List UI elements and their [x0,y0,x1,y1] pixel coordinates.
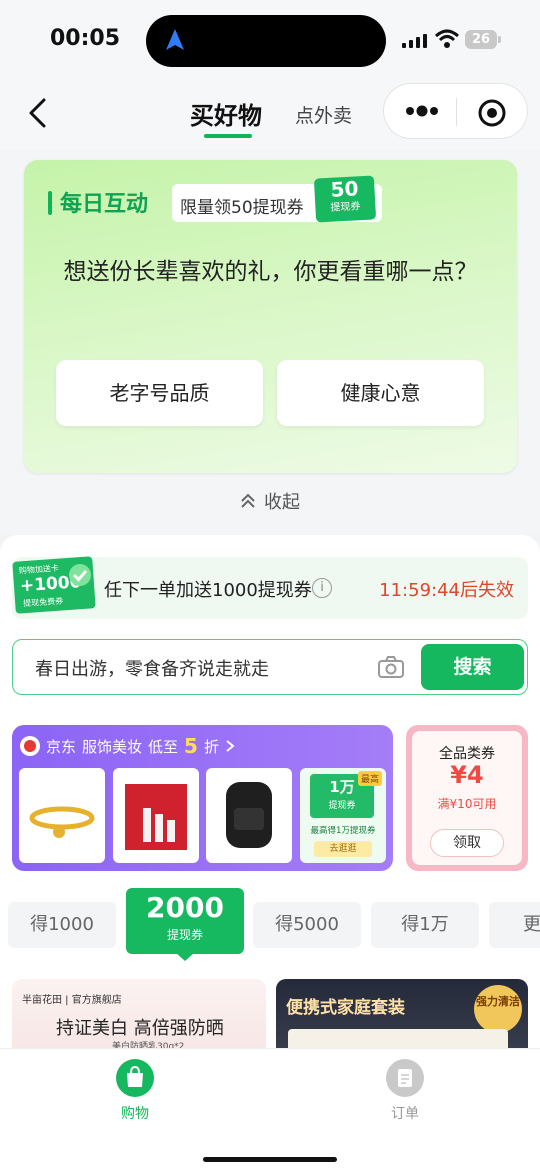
product-banner-cleaning-set[interactable]: 便携式家庭套装 强力清洁 [276,979,528,1050]
jd-discount-value: 5 [184,734,198,758]
jd-promo-card[interactable]: 京东 服饰美妆 低至 5 折 1万 提现券 最高 最高得1万提现券 去逛逛 [12,725,393,871]
option-b-button[interactable]: 健康心意 [277,360,484,426]
promo-ticket-label: 提现券 [330,201,361,214]
promo-ticket: 50 提现券 [313,175,377,223]
status-time: 00:05 [50,26,121,51]
active-chip-label: 提现券 [166,928,203,942]
tab-buy-goods[interactable]: 买好物 [190,96,262,131]
chevron-right-icon [226,740,235,752]
order-list-icon [386,1059,424,1097]
reward-chip-1000[interactable]: 得1000 [8,902,116,948]
question-text: 想送份长辈喜欢的礼，你更看重哪一点？ [63,259,478,285]
option-a-button[interactable]: 老字号品质 [56,360,263,426]
banner-b-product-image [288,1029,508,1050]
active-tab-indicator [204,134,252,138]
search-button[interactable]: 搜索 [421,644,524,690]
bonus-coupon-text: 任下一单加送1000提现券 [104,580,312,601]
daily-interaction-card: 每日互动 限量领50提现券 50 提现券 想送份长辈喜欢的礼，你更看重哪一点？ … [24,160,517,473]
camera-icon[interactable] [377,655,405,679]
coupon-inner: 全品类券 ¥4 满¥10可用 领取 [412,731,522,865]
banner-b-badge: 强力清洁 [474,985,522,1033]
capsule-divider [456,98,457,126]
battery-icon: 26 [465,30,497,49]
daily-interaction-title: 每日互动 [60,192,149,217]
product-banner-sunscreen[interactable]: 半亩花田 | 官方旗舰店 持证美白 高倍强防晒 美白防晒乳30g*2 [12,979,266,1050]
tab-food-delivery[interactable]: 点外卖 [295,101,352,128]
countdown-timer: 11:59:44后失效 [379,580,514,601]
product-tile-cash-coupon[interactable]: 1万 提现券 最高 最高得1万提现券 去逛逛 [300,768,386,863]
collapse-label: 收起 [264,492,300,513]
more-dots-icon[interactable] [404,100,440,122]
coupon-amount: ¥4 [450,761,484,789]
banner-b-title: 便携式家庭套装 [286,998,405,1018]
reward-chip-5000[interactable]: 得5000 [253,902,361,948]
product-tile-backpack[interactable] [206,768,292,863]
miniprogram-capsule [383,83,528,139]
banner-a-brand: 半亩花田 | 官方旗舰店 [22,995,122,1006]
cellular-signal-icon [402,34,427,48]
coupon-title: 全品类券 [439,746,495,762]
tab-shopping-label: 购物 [121,1106,149,1122]
dynamic-island [146,15,386,67]
bonus-card-bottom: 提现免费券 [22,596,64,609]
active-chip-value: 2000 [146,891,224,924]
banner-a-title: 持证美白 高倍强防晒 [56,1018,224,1039]
shopping-bag-icon [116,1059,154,1097]
tab-orders-label: 订单 [391,1106,419,1122]
close-miniprogram-icon[interactable] [477,98,507,128]
search-bar[interactable]: 春日出游，零食备齐说走就走 搜索 [12,639,528,695]
product-tile-skincare-set[interactable] [113,768,199,863]
interaction-section: 每日互动 限量领50提现券 50 提现券 想送份长辈喜欢的礼，你更看重哪一点？ … [0,150,540,535]
reward-chip-10000[interactable]: 得1万 [371,902,479,948]
location-arrow-icon [166,29,184,50]
gold-bracelet-image [29,806,95,838]
wifi-icon [434,29,460,48]
browse-button[interactable]: 去逛逛 [314,841,372,857]
max-badge: 最高 [357,771,382,786]
jd-promo-header[interactable]: 京东 服饰美妆 低至 5 折 [20,734,235,758]
coupon-condition: 满¥10可用 [437,797,497,811]
jd-discount-suffix: 折 [203,737,219,756]
collapse-button[interactable]: 收起 [238,488,300,514]
jd-discount-prefix: 低至 [148,737,179,756]
info-icon[interactable]: i [312,578,332,598]
tab-orders[interactable]: 订单 [365,1059,445,1123]
double-chevron-up-icon [241,493,255,508]
cash-coupon-label: 提现券 [328,801,356,811]
active-chip-caret [176,953,194,961]
tab-shopping[interactable]: 购物 [95,1059,175,1123]
skincare-set-image [125,784,187,850]
promo-ticket-value: 50 [329,176,360,202]
cash-coupon-text: 最高得1万提现券 [310,826,376,836]
jd-category: 服饰美妆 [82,737,143,756]
home-indicator [203,1157,337,1162]
title-accent-bar [48,191,52,215]
backpack-image [226,782,272,848]
all-category-coupon[interactable]: 全品类券 ¥4 满¥10可用 领取 [406,725,528,871]
promo-text: 限量领50提现券 [180,198,304,218]
jd-brand: 京东 [46,737,77,756]
status-bar: 00:05 26 [0,0,540,80]
product-tile-bracelet[interactable] [19,768,105,863]
top-nav: 买好物 点外卖 [0,80,540,150]
reward-chip-more[interactable]: 更 [489,902,540,948]
search-input[interactable]: 春日出游，零食备齐说走就走 [35,655,269,681]
back-arrow-icon[interactable] [22,96,54,130]
reward-chip-2000-active[interactable]: 2000 提现券 [126,888,244,954]
jd-logo-icon [20,736,40,756]
bonus-coupon-bar[interactable]: 购物加送卡 +1000 提现免费券 任下一单加送1000提现券 i 11:59:… [12,556,528,619]
claim-coupon-button[interactable]: 领取 [430,829,504,857]
battery-tip [498,36,501,43]
bottom-tab-bar: 购物 订单 [0,1048,540,1169]
check-icon [69,564,91,586]
main-content: 购物加送卡 +1000 提现免费券 任下一单加送1000提现券 i 11:59:… [0,535,540,1050]
